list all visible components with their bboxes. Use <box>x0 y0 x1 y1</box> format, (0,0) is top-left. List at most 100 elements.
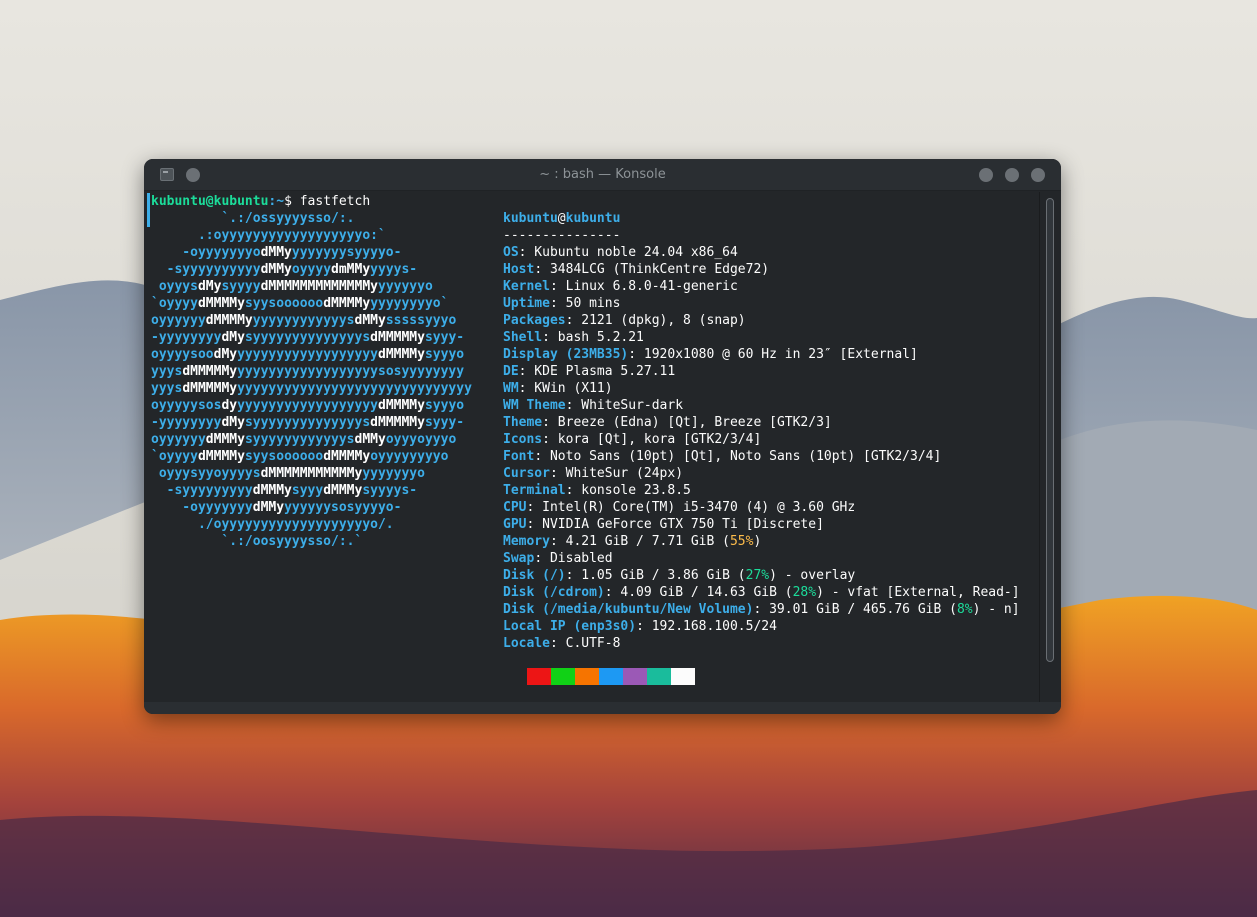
info-key: Font <box>503 449 535 464</box>
disk-percent: 27% <box>745 568 770 583</box>
minimize-icon[interactable] <box>979 168 993 182</box>
info-value: : NVIDIA GeForce GTX 750 Ti [Discrete] <box>526 517 824 532</box>
info-value: : Kubuntu noble 24.04 x86_64 <box>518 245 738 260</box>
logo-line: -oyyyyyyydMMyyyyyyysosyyyyo- <box>151 500 402 515</box>
info-value: : 4.09 GiB / 14.63 GiB ( <box>604 585 793 600</box>
prompt-path: :~ <box>268 194 285 209</box>
info-key: DE <box>503 364 519 379</box>
info-key: Local IP (enp3s0) <box>503 619 637 634</box>
info-key: Disk (/) <box>503 568 566 583</box>
info-value: : 2121 (dpkg), 8 (snap) <box>565 313 746 328</box>
info-value: : konsole 23.8.5 <box>565 483 691 498</box>
info-value: : Disabled <box>534 551 613 566</box>
info-separator: --------------- <box>503 228 621 243</box>
info-value: : KWin (X11) <box>518 381 613 396</box>
color-swatch <box>575 668 599 685</box>
info-key: Terminal <box>503 483 566 498</box>
info-value: : 39.01 GiB / 465.76 GiB ( <box>753 602 957 617</box>
disk-percent: 28% <box>792 585 817 600</box>
info-value: : 50 mins <box>549 296 621 311</box>
info-row-memory: Memory: 4.21 GiB / 7.71 GiB (55%) <box>503 533 761 550</box>
info-value-tail: ) - n] <box>972 602 1020 617</box>
info-row: Icons: kora [Qt], kora [GTK2/3/4] <box>503 431 761 448</box>
info-key: Disk (/cdrom) <box>503 585 605 600</box>
info-value: : KDE Plasma 5.27.11 <box>518 364 676 379</box>
prompt-line: kubuntu@kubuntu:~$ fastfetch <box>151 193 370 210</box>
info-row: WM: KWin (X11) <box>503 380 613 397</box>
logo-line: .:oyyyyyyyyyyyyyyyyyyo:` <box>151 228 386 243</box>
info-key: Locale <box>503 636 550 651</box>
logo-line: `.:/ossyyyysso/:. <box>151 211 355 226</box>
info-row: OS: Kubuntu noble 24.04 x86_64 <box>503 244 738 261</box>
info-row-disk-media: Disk (/media/kubuntu/New Volume): 39.01 … <box>503 601 1020 618</box>
info-row: Shell: bash 5.2.21 <box>503 329 644 346</box>
info-value: : 3484LCG (ThinkCentre Edge72) <box>534 262 770 277</box>
info-key: Theme <box>503 415 543 430</box>
info-key: OS <box>503 245 519 260</box>
info-row: Packages: 2121 (dpkg), 8 (snap) <box>503 312 746 329</box>
info-value-tail: ) - overlay <box>769 568 856 583</box>
info-row: Kernel: Linux 6.8.0-41-generic <box>503 278 738 295</box>
color-swatch <box>623 668 647 685</box>
logo-line: -yyyyyyyydMysyyyyyyyyyyyyyysdMMMMMysyyy- <box>151 415 465 430</box>
info-key: Host <box>503 262 535 277</box>
info-row: Uptime: 50 mins <box>503 295 620 312</box>
info-key: Kernel <box>503 279 550 294</box>
info-key: Disk (/media/kubuntu/New Volume) <box>503 602 754 617</box>
logo-line: -syyyyyyyyydMMMysyyydMMMysyyyys- <box>151 483 418 498</box>
color-swatch <box>671 668 695 685</box>
info-key: Cursor <box>503 466 550 481</box>
titlebar[interactable]: ~ : bash — Konsole <box>144 159 1061 191</box>
info-key: Shell <box>503 330 543 345</box>
color-swatch <box>527 668 551 685</box>
konsole-window[interactable]: ~ : bash — Konsole kubuntu@kubuntu:~$ fa… <box>144 159 1061 714</box>
selection-marker <box>147 193 150 227</box>
info-value: : Noto Sans (10pt) [Qt], Noto Sans (10pt… <box>534 449 942 464</box>
info-row: DE: KDE Plasma 5.27.11 <box>503 363 675 380</box>
logo-line: -oyyyyyyyodMMyyyyyyyysyyyyo- <box>151 245 402 260</box>
info-row: Terminal: konsole 23.8.5 <box>503 482 691 499</box>
scrollbar[interactable] <box>1039 192 1061 702</box>
info-key: WM <box>503 381 519 396</box>
info-value: : WhiteSur (24px) <box>549 466 684 481</box>
info-row: GPU: NVIDIA GeForce GTX 750 Ti [Discrete… <box>503 516 824 533</box>
logo-line: `.:/oosyyyysso/:.` <box>151 534 363 549</box>
info-host: kubuntu <box>565 211 621 226</box>
logo-line: yyysdMMMMMyyyyyyyyyyyyyyyyyyyyyyyyyyyyyy… <box>151 381 472 396</box>
info-key: Icons <box>503 432 543 447</box>
info-key: GPU <box>503 517 527 532</box>
color-swatch <box>647 668 671 685</box>
logo-line: oyyysyyoyyyysdMMMMMMMMMMMyyyyyyyyo <box>151 466 425 481</box>
info-value: : Breeze (Edna) [Qt], Breeze [GTK2/3] <box>542 415 832 430</box>
info-at: @ <box>557 211 566 226</box>
info-user: kubuntu <box>503 211 558 226</box>
logo-line: `oyyyydMMMMysyysoooooodMMMMyoyyyyyyyyo <box>151 449 449 464</box>
window-title: ~ : bash — Konsole <box>539 167 666 182</box>
close-icon[interactable] <box>1031 168 1045 182</box>
info-value: : bash 5.2.21 <box>542 330 644 345</box>
info-row-disk-cdrom: Disk (/cdrom): 4.09 GiB / 14.63 GiB (28%… <box>503 584 1020 601</box>
info-row: Cursor: WhiteSur (24px) <box>503 465 683 482</box>
color-swatch <box>551 668 575 685</box>
info-header: kubuntu@kubuntu <box>503 210 620 227</box>
color-swatch <box>599 668 623 685</box>
info-row: WM Theme: WhiteSur-dark <box>503 397 683 414</box>
info-row-locale: Locale: C.UTF-8 <box>503 635 620 652</box>
info-value: : 4.21 GiB / 7.71 GiB ( <box>549 534 730 549</box>
info-row: Host: 3484LCG (ThinkCentre Edge72) <box>503 261 769 278</box>
info-key: Memory <box>503 534 550 549</box>
window-bottom-edge <box>144 702 1061 714</box>
info-value: : Intel(R) Core(TM) i5-3470 (4) @ 3.60 G… <box>526 500 856 515</box>
info-row: Font: Noto Sans (10pt) [Qt], Noto Sans (… <box>503 448 941 465</box>
info-value: : WhiteSur-dark <box>565 398 684 413</box>
info-key: Uptime <box>503 296 550 311</box>
maximize-icon[interactable] <box>1005 168 1019 182</box>
info-value: : kora [Qt], kora [GTK2/3/4] <box>542 432 762 447</box>
info-row-local-ip: Local IP (enp3s0): 192.168.100.5/24 <box>503 618 777 635</box>
memory-percent: 55% <box>729 534 754 549</box>
logo-line: yyysdMMMMMyyyyyyyyyyyyyyyyyyysosyyyyyyyy <box>151 364 465 379</box>
scrollbar-thumb[interactable] <box>1046 198 1054 662</box>
disk-percent: 8% <box>956 602 973 617</box>
info-row-disk-root: Disk (/): 1.05 GiB / 3.86 GiB (27%) - ov… <box>503 567 855 584</box>
terminal-area[interactable]: kubuntu@kubuntu:~$ fastfetch `.:/ossyyyy… <box>144 192 1039 702</box>
